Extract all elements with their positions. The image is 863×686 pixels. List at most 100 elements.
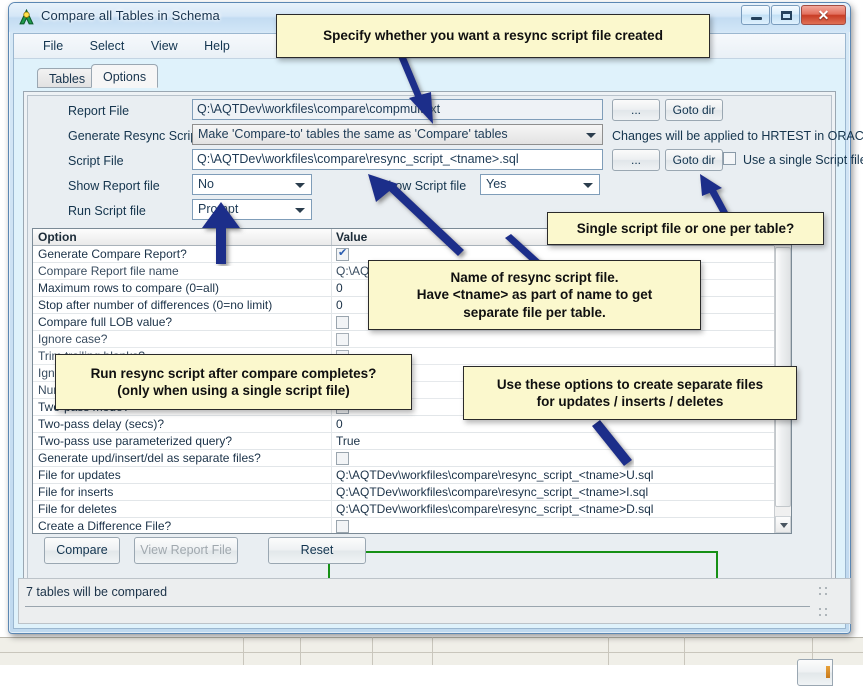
callout-resync-name: Name of resync script file. Have <tname>… — [368, 260, 701, 330]
script-file-input[interactable]: Q:\AQTDev\workfiles\compare\resync_scrip… — [192, 149, 603, 170]
grid-cell-option: Maximum rows to compare (0=all) — [38, 281, 220, 295]
background-line — [684, 637, 685, 665]
grid-cell-separator — [331, 280, 332, 296]
run-script-file-label: Run Script file — [68, 204, 146, 218]
background-line — [432, 637, 433, 665]
grid-cell-checkbox[interactable] — [336, 452, 349, 465]
minimize-button[interactable] — [741, 5, 770, 25]
grid-cell-option: Two-pass use parameterized query? — [38, 434, 233, 448]
grid-cell-value: 0 — [336, 298, 343, 312]
maximize-icon — [781, 11, 792, 20]
run-script-file-select[interactable]: Prompt — [192, 199, 312, 220]
grid-cell-option: File for deletes — [38, 502, 117, 516]
grid-cell-separator — [331, 263, 332, 279]
grid-cell-checkbox[interactable] — [336, 316, 349, 329]
generate-resync-script-select[interactable]: Make 'Compare-to' tables the same as 'Co… — [192, 124, 603, 145]
callout-separate-files: Use these options to create separate fil… — [463, 366, 797, 420]
menu-help[interactable]: Help — [193, 34, 241, 57]
grid-cell-separator — [331, 501, 332, 517]
background-line — [243, 637, 244, 665]
view-report-file-button: View Report File — [134, 537, 238, 564]
grid-cell-option: Compare full LOB value? — [38, 315, 173, 329]
generate-resync-script-label: Generate Resync Script — [68, 129, 201, 143]
grid-cell-separator — [331, 467, 332, 483]
background-line — [300, 637, 301, 665]
grid-cell-checkbox[interactable] — [336, 520, 349, 533]
grid-cell-separator — [331, 450, 332, 466]
show-report-file-value: No — [198, 177, 214, 191]
grid-cell-separator — [331, 314, 332, 330]
status-message: 7 tables will be compared — [26, 585, 168, 599]
changes-applied-note: Changes will be applied to HRTEST in ORA… — [612, 129, 863, 143]
status-grip-icon — [818, 586, 832, 600]
show-script-file-label: Show Script file — [380, 179, 467, 193]
show-script-file-value: Yes — [486, 177, 507, 191]
table-row[interactable]: Ignore case? — [33, 331, 791, 348]
tab-options[interactable]: Options — [91, 64, 159, 88]
table-row[interactable]: Create a Difference File? — [33, 518, 791, 533]
table-row[interactable]: File for inserts Q:\AQTDev\workfiles\comp… — [33, 484, 791, 501]
caret-down-icon — [780, 523, 788, 528]
chevron-down-icon — [583, 183, 593, 188]
chevron-down-icon — [295, 183, 305, 188]
report-file-browse-button[interactable]: ... — [612, 99, 660, 121]
grid-cell-option: Generate upd/insert/del as separate file… — [38, 451, 261, 465]
grid-cell-value: Q:\AQTDev\workfiles\compare\resync_scrip… — [336, 502, 654, 516]
tab-tables[interactable]: Tables — [37, 68, 98, 88]
grid-cell-value: Q:\AQTDev\workfiles\compare\resync_scrip… — [336, 468, 654, 482]
grid-cell-value: 0 — [336, 417, 343, 431]
grid-cell-separator — [331, 246, 332, 262]
menu-select[interactable]: Select — [79, 34, 136, 57]
grid-cell-option: Two-pass delay (secs)? — [38, 417, 165, 431]
grid-cell-checkbox[interactable] — [336, 246, 349, 261]
table-row[interactable]: Generate upd/insert/del as separate file… — [33, 450, 791, 467]
script-file-label: Script File — [68, 154, 124, 168]
grid-cell-separator — [331, 297, 332, 313]
table-row[interactable]: File for updates Q:\AQTDev\workfiles\comp… — [33, 467, 791, 484]
table-row[interactable]: Two-pass use parameterized query? True — [33, 433, 791, 450]
script-file-goto-dir-button[interactable]: Goto dir — [665, 149, 723, 171]
grid-cell-separator — [331, 433, 332, 449]
grid-header-separator — [331, 229, 332, 245]
minimize-icon — [751, 17, 762, 20]
maximize-button[interactable] — [771, 5, 800, 25]
window-title: Compare all Tables in Schema — [41, 8, 220, 23]
chevron-down-icon — [295, 208, 305, 213]
grid-cell-separator — [331, 484, 332, 500]
reset-button[interactable]: Reset — [268, 537, 366, 564]
menu-file[interactable]: File — [32, 34, 74, 57]
use-single-script-file-checkbox[interactable] — [723, 152, 736, 165]
grid-cell-option: Generate Compare Report? — [38, 247, 187, 261]
options-tab-panel: Report File Q:\AQTDev\workfiles\compare\… — [23, 91, 863, 686]
compare-button[interactable]: Compare — [44, 537, 120, 564]
edge-partial-button[interactable] — [797, 659, 833, 686]
grid-cell-checkbox[interactable] — [336, 333, 349, 346]
grid-cell-value: Q:\AQTDev\workfiles\compare\resync_scrip… — [336, 485, 649, 499]
status-resize-grip-icon[interactable] — [818, 607, 832, 621]
generate-resync-script-value: Make 'Compare-to' tables the same as 'Co… — [198, 127, 508, 141]
callout-resync-script: Specify whether you want a resync script… — [276, 14, 710, 58]
grid-cell-option: File for updates — [38, 468, 121, 482]
use-single-script-file-label: Use a single Script file? — [743, 153, 863, 167]
grid-cell-separator — [331, 518, 332, 533]
table-row[interactable]: File for deletes Q:\AQTDev\workfiles\comp… — [33, 501, 791, 518]
script-file-browse-button[interactable]: ... — [612, 149, 660, 171]
report-file-input[interactable]: Q:\AQTDev\workfiles\compare\compmult.txt — [192, 99, 603, 120]
close-button[interactable]: ✕ — [801, 5, 846, 25]
status-bar: 7 tables will be compared — [18, 578, 851, 624]
report-file-goto-dir-button[interactable]: Goto dir — [665, 99, 723, 121]
grid-header-option: Option — [38, 230, 77, 244]
callout-single-script: Single script file or one per table? — [547, 212, 824, 245]
callout-run-resync: Run resync script after compare complete… — [55, 354, 412, 410]
tab-strip: Tables Options — [23, 64, 836, 88]
background-line — [372, 637, 373, 665]
grid-cell-option: Compare Report file name — [38, 264, 179, 278]
menu-view[interactable]: View — [140, 34, 189, 57]
run-script-file-value: Prompt — [198, 202, 239, 216]
show-script-file-select[interactable]: Yes — [480, 174, 600, 195]
scroll-down-button[interactable] — [775, 516, 791, 533]
show-report-file-select[interactable]: No — [192, 174, 312, 195]
options-panel-inner: Report File Q:\AQTDev\workfiles\compare\… — [27, 95, 863, 686]
grid-cell-value: 0 — [336, 281, 343, 295]
grid-cell-separator — [331, 331, 332, 347]
